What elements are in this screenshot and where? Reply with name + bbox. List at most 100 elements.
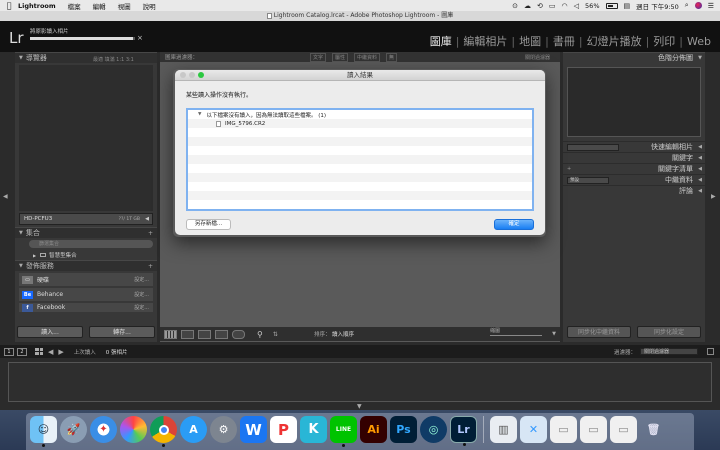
finder-icon[interactable]: ☺: [30, 416, 57, 447]
trash-icon[interactable]: 🗑: [640, 416, 667, 443]
preview-icon[interactable]: ▥: [490, 416, 517, 443]
grid-view-icon[interactable]: [164, 329, 177, 339]
close-window-icon[interactable]: [180, 72, 186, 78]
forward-arrow-icon[interactable]: ▶: [58, 348, 63, 356]
photos-icon[interactable]: [120, 416, 147, 443]
add-keyword-icon[interactable]: +: [567, 166, 571, 172]
lightroom-web-icon[interactable]: ◎: [420, 416, 447, 443]
screenshot-icon[interactable]: ✕: [520, 416, 547, 443]
apple-icon[interactable]: : [0, 1, 18, 10]
painter-icon[interactable]: ⚲: [257, 330, 263, 339]
filmstrip-source[interactable]: 上次讀入: [74, 348, 96, 356]
keywording-header[interactable]: 關鍵字 ◀: [563, 152, 705, 163]
battery-icon[interactable]: [605, 2, 618, 9]
siri-icon[interactable]: [694, 2, 702, 9]
metadata-header[interactable]: 預設 中繼資料 ◀: [563, 174, 705, 185]
chrome-window-thumbnail[interactable]: ▭: [610, 416, 637, 443]
sync-icon[interactable]: ⟲: [537, 2, 543, 10]
module-map[interactable]: 地圖: [516, 33, 544, 49]
photoshop-icon[interactable]: Ps: [390, 416, 417, 443]
sync-metadata-button[interactable]: 同步化中繼資料: [567, 326, 631, 338]
filter-attribute[interactable]: 屬性: [332, 52, 349, 62]
volume-icon[interactable]: ◁: [574, 2, 579, 10]
wifi-icon[interactable]: ◠: [562, 2, 568, 10]
cancel-import-button[interactable]: ×: [137, 34, 143, 42]
chrome-window-thumbnail[interactable]: ▭: [550, 416, 577, 443]
expand-icon[interactable]: ▶: [33, 253, 36, 258]
grid-mode-icon[interactable]: [35, 348, 43, 355]
metadata-preset-select[interactable]: 預設: [567, 176, 609, 184]
drive-row[interactable]: HD-PCFU3 ??/ 1T GB ◀: [19, 213, 153, 225]
secondary-display-button[interactable]: 2: [17, 347, 27, 356]
people-view-icon[interactable]: [232, 329, 245, 339]
survey-view-icon[interactable]: [215, 329, 228, 339]
filter-toggle-icon[interactable]: [707, 348, 714, 355]
clock[interactable]: 週日 下午9:50: [636, 1, 679, 11]
primary-display-button[interactable]: 1: [4, 347, 14, 356]
collections-header[interactable]: ▼ 集合 +: [15, 227, 157, 238]
compare-view-icon[interactable]: [198, 329, 211, 339]
menu-edit[interactable]: 編輯: [93, 1, 106, 11]
service-hard-drive[interactable]: ▭ 硬碟 設定...: [19, 273, 153, 286]
left-panel-toggle-icon[interactable]: ◀: [3, 193, 8, 200]
service-setup-button[interactable]: 設定...: [134, 276, 149, 283]
safari-icon[interactable]: ✦: [90, 416, 117, 443]
minimize-window-icon[interactable]: [189, 72, 195, 78]
menu-file[interactable]: 檔案: [68, 1, 81, 11]
system-preferences-icon[interactable]: ⚙: [210, 416, 237, 443]
chrome-icon[interactable]: [150, 416, 177, 447]
filter-metadata[interactable]: 中繼資料: [354, 52, 381, 62]
comments-header[interactable]: 評論 ◀: [563, 185, 705, 196]
back-arrow-icon[interactable]: ◀: [48, 348, 53, 356]
module-book[interactable]: 書冊: [550, 33, 578, 49]
sort-direction-icon[interactable]: ⇅: [273, 331, 278, 338]
spotlight-icon[interactable]: ⌕: [685, 1, 689, 10]
filter-preset-select[interactable]: 關閉過濾器: [525, 54, 550, 61]
launchpad-icon[interactable]: 🚀: [60, 416, 87, 443]
module-library[interactable]: 圖庫: [427, 33, 455, 49]
cloud-icon[interactable]: ☁: [524, 2, 531, 10]
module-slideshow[interactable]: 幻燈片播放: [584, 33, 645, 49]
battery-percent[interactable]: 56%: [585, 2, 599, 10]
filmstrip-toggle-icon[interactable]: ▼: [357, 403, 362, 410]
navigator-zoom-modes[interactable]: 最適 填滿 1:1 3:1: [93, 56, 134, 63]
input-flag-icon[interactable]: ▤: [624, 2, 631, 10]
sort-select[interactable]: 讀入順序: [332, 330, 354, 338]
keyword-list-header[interactable]: + 關鍵字清單 ◀: [563, 163, 705, 174]
filmstrip-filter-select[interactable]: 關閉過濾器: [640, 348, 698, 355]
toolbar-menu-icon[interactable]: ▼: [552, 331, 556, 337]
menu-app-name[interactable]: Lightroom: [18, 2, 56, 10]
filter-text[interactable]: 文字: [310, 52, 327, 62]
service-behance[interactable]: Be Behance 設定...: [19, 288, 153, 301]
save-as-button[interactable]: 另存新檔...: [186, 219, 231, 230]
menu-view[interactable]: 視圖: [118, 1, 131, 11]
status-icon[interactable]: ⊙: [512, 2, 518, 10]
line-icon[interactable]: LINE: [330, 416, 357, 447]
quick-develop-header[interactable]: 快速編輯相片 ◀: [563, 141, 705, 152]
service-setup-button[interactable]: 設定...: [134, 291, 149, 298]
kakao-icon[interactable]: K: [300, 416, 327, 443]
import-button[interactable]: 讀入...: [17, 326, 83, 338]
list-item[interactable]: ▼ 以下檔案沒有讀入，因為無法讀取這些檔案。 (1): [188, 110, 532, 119]
collections-search-input[interactable]: 篩選集合: [29, 240, 153, 248]
disclosure-icon[interactable]: ▼: [198, 112, 201, 117]
illustrator-icon[interactable]: Ai: [360, 416, 387, 443]
airplay-icon[interactable]: ▭: [549, 2, 556, 10]
module-develop[interactable]: 編輯相片: [460, 33, 510, 49]
menu-help[interactable]: 說明: [143, 1, 156, 11]
module-print[interactable]: 列印: [650, 33, 678, 49]
lightroom-icon[interactable]: Lr: [450, 416, 477, 446]
smart-collection-row[interactable]: ▶ 智慧型集合: [15, 250, 157, 260]
chrome-window-thumbnail[interactable]: ▭: [580, 416, 607, 443]
skipped-files-list[interactable]: ▼ 以下檔案沒有讀入，因為無法讀取這些檔案。 (1) IMG_5796.CR2: [186, 108, 534, 211]
notification-center-icon[interactable]: ☰: [708, 2, 714, 10]
export-button[interactable]: 轉存...: [89, 326, 155, 338]
list-item[interactable]: IMG_5796.CR2: [188, 119, 532, 128]
service-facebook[interactable]: f Facebook 設定...: [19, 303, 153, 312]
polaris-icon[interactable]: P: [270, 416, 297, 443]
add-service-icon[interactable]: +: [148, 263, 153, 270]
ok-button[interactable]: 確定: [494, 219, 534, 230]
zoom-window-icon[interactable]: [198, 72, 204, 78]
histogram-header[interactable]: 色階分佈圖 ▼: [563, 52, 705, 63]
module-web[interactable]: Web: [684, 35, 714, 48]
